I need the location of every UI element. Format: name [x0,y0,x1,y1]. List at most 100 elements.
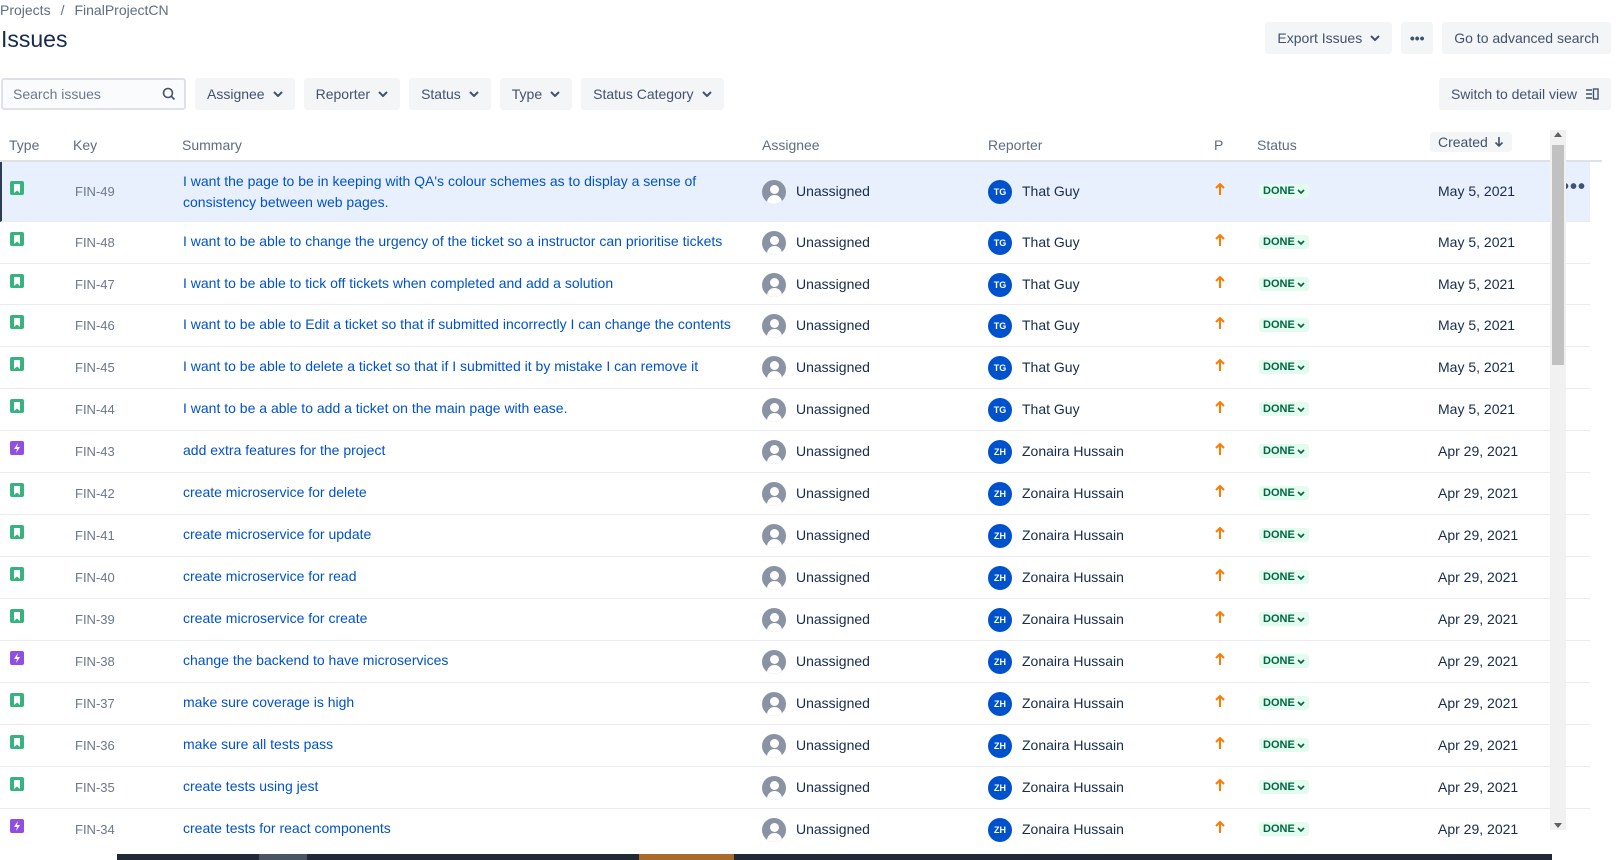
issue-summary-link[interactable]: I want to be able to Edit a ticket so th… [183,314,733,335]
reporter-name[interactable]: Zonaira Hussain [1022,653,1124,669]
issue-summary-link[interactable]: create microservice for update [183,524,733,545]
status-badge[interactable]: DONE [1259,360,1309,374]
issue-summary-link[interactable]: create microservice for create [183,608,733,629]
table-row[interactable]: FIN-39 create microservice for create Unas… [0,599,1590,641]
table-row[interactable]: FIN-48 I want to be able to change the ur… [0,222,1590,264]
filter-reporter[interactable]: Reporter [303,78,401,110]
assignee-name[interactable]: Unassigned [796,653,870,669]
status-badge[interactable]: DONE [1259,184,1309,198]
status-badge[interactable]: DONE [1259,654,1309,668]
vertical-scrollbar[interactable] [1550,130,1566,830]
reporter-name[interactable]: Zonaira Hussain [1022,527,1124,543]
table-row[interactable]: FIN-37 make sure coverage is high Unassign… [0,683,1590,725]
assignee-name[interactable]: Unassigned [796,183,870,199]
issue-summary-link[interactable]: create tests using jest [183,776,733,797]
col-key[interactable]: Key [73,137,97,153]
status-badge[interactable]: DONE [1259,528,1309,542]
issue-summary-link[interactable]: change the backend to have microservices [183,650,733,671]
status-badge[interactable]: DONE [1259,486,1309,500]
breadcrumb-project[interactable]: FinalProjectCN [74,2,168,18]
issue-summary-link[interactable]: I want to be able to tick off tickets wh… [183,273,733,294]
issue-summary-link[interactable]: create microservice for read [183,566,733,587]
col-status[interactable]: Status [1257,137,1297,153]
reporter-name[interactable]: That Guy [1022,317,1080,333]
issue-key[interactable]: FIN-39 [75,612,115,627]
issue-key[interactable]: FIN-35 [75,780,115,795]
filter-status-category[interactable]: Status Category [581,78,724,110]
table-row[interactable]: FIN-49 I want the page to be in keeping w… [0,162,1590,222]
issue-summary-link[interactable]: I want to be able to change the urgency … [183,231,733,252]
issue-key[interactable]: FIN-47 [75,277,115,292]
issue-summary-link[interactable]: I want to be able to delete a ticket so … [183,356,733,377]
reporter-name[interactable]: That Guy [1022,183,1080,199]
issue-key[interactable]: FIN-38 [75,654,115,669]
reporter-name[interactable]: That Guy [1022,401,1080,417]
table-row[interactable]: FIN-35 create tests using jest Unassigned Z… [0,767,1590,809]
breadcrumb-projects[interactable]: Projects [0,2,51,18]
scroll-thumb[interactable] [1552,145,1564,365]
assignee-name[interactable]: Unassigned [796,317,870,333]
issue-summary-link[interactable]: I want to be a able to add a ticket on t… [183,398,733,419]
filter-status[interactable]: Status [409,78,491,110]
status-badge[interactable]: DONE [1259,277,1309,291]
table-row[interactable]: FIN-42 create microservice for delete Unas… [0,473,1590,515]
reporter-name[interactable]: Zonaira Hussain [1022,779,1124,795]
issue-key[interactable]: FIN-40 [75,570,115,585]
table-row[interactable]: FIN-34 create tests for react components U… [0,809,1590,845]
assignee-name[interactable]: Unassigned [796,234,870,250]
status-badge[interactable]: DONE [1259,235,1309,249]
col-created[interactable]: Created [1430,132,1512,152]
table-row[interactable]: FIN-43 add extra features for the project… [0,431,1590,473]
issue-key[interactable]: FIN-45 [75,360,115,375]
search-input[interactable] [13,86,153,102]
reporter-name[interactable]: Zonaira Hussain [1022,485,1124,501]
assignee-name[interactable]: Unassigned [796,443,870,459]
export-issues-button[interactable]: Export Issues [1265,22,1393,54]
reporter-name[interactable]: Zonaira Hussain [1022,821,1124,837]
table-row[interactable]: FIN-46 I want to be able to Edit a ticket… [0,305,1590,347]
issue-key[interactable]: FIN-44 [75,402,115,417]
issue-key[interactable]: FIN-37 [75,696,115,711]
col-type[interactable]: Type [9,137,39,153]
assignee-name[interactable]: Unassigned [796,359,870,375]
table-row[interactable]: FIN-41 create microservice for update Unas… [0,515,1590,557]
reporter-name[interactable]: Zonaira Hussain [1022,443,1124,459]
reporter-name[interactable]: Zonaira Hussain [1022,569,1124,585]
assignee-name[interactable]: Unassigned [796,611,870,627]
table-row[interactable]: FIN-44 I want to be a able to add a ticke… [0,389,1590,431]
issue-key[interactable]: FIN-36 [75,738,115,753]
search-field[interactable] [1,78,186,110]
table-row[interactable]: FIN-38 change the backend to have microse… [0,641,1590,683]
assignee-name[interactable]: Unassigned [796,821,870,837]
col-reporter[interactable]: Reporter [988,137,1042,153]
filter-assignee[interactable]: Assignee [195,78,295,110]
switch-detail-view-button[interactable]: Switch to detail view [1438,78,1611,110]
scroll-down-arrow-icon[interactable] [1554,823,1562,828]
issue-summary-link[interactable]: add extra features for the project [183,440,733,461]
status-badge[interactable]: DONE [1259,696,1309,710]
table-row[interactable]: FIN-36 make sure all tests pass Unassigned… [0,725,1590,767]
table-row[interactable]: FIN-40 create microservice for read Unassi… [0,557,1590,599]
assignee-name[interactable]: Unassigned [796,569,870,585]
issue-key[interactable]: FIN-49 [75,184,115,199]
assignee-name[interactable]: Unassigned [796,737,870,753]
reporter-name[interactable]: That Guy [1022,234,1080,250]
scroll-up-arrow-icon[interactable] [1554,132,1562,137]
issue-key[interactable]: FIN-43 [75,444,115,459]
status-badge[interactable]: DONE [1259,444,1309,458]
reporter-name[interactable]: That Guy [1022,276,1080,292]
status-badge[interactable]: DONE [1259,780,1309,794]
col-assignee[interactable]: Assignee [762,137,820,153]
issue-summary-link[interactable]: make sure coverage is high [183,692,733,713]
assignee-name[interactable]: Unassigned [796,276,870,292]
issue-summary-link[interactable]: create microservice for delete [183,482,733,503]
reporter-name[interactable]: That Guy [1022,359,1080,375]
status-badge[interactable]: DONE [1259,318,1309,332]
status-badge[interactable]: DONE [1259,570,1309,584]
more-actions-button[interactable]: ••• [1401,22,1434,54]
reporter-name[interactable]: Zonaira Hussain [1022,737,1124,753]
issue-key[interactable]: FIN-48 [75,235,115,250]
assignee-name[interactable]: Unassigned [796,401,870,417]
table-row[interactable]: FIN-45 I want to be able to delete a tick… [0,347,1590,389]
issue-key[interactable]: FIN-46 [75,318,115,333]
